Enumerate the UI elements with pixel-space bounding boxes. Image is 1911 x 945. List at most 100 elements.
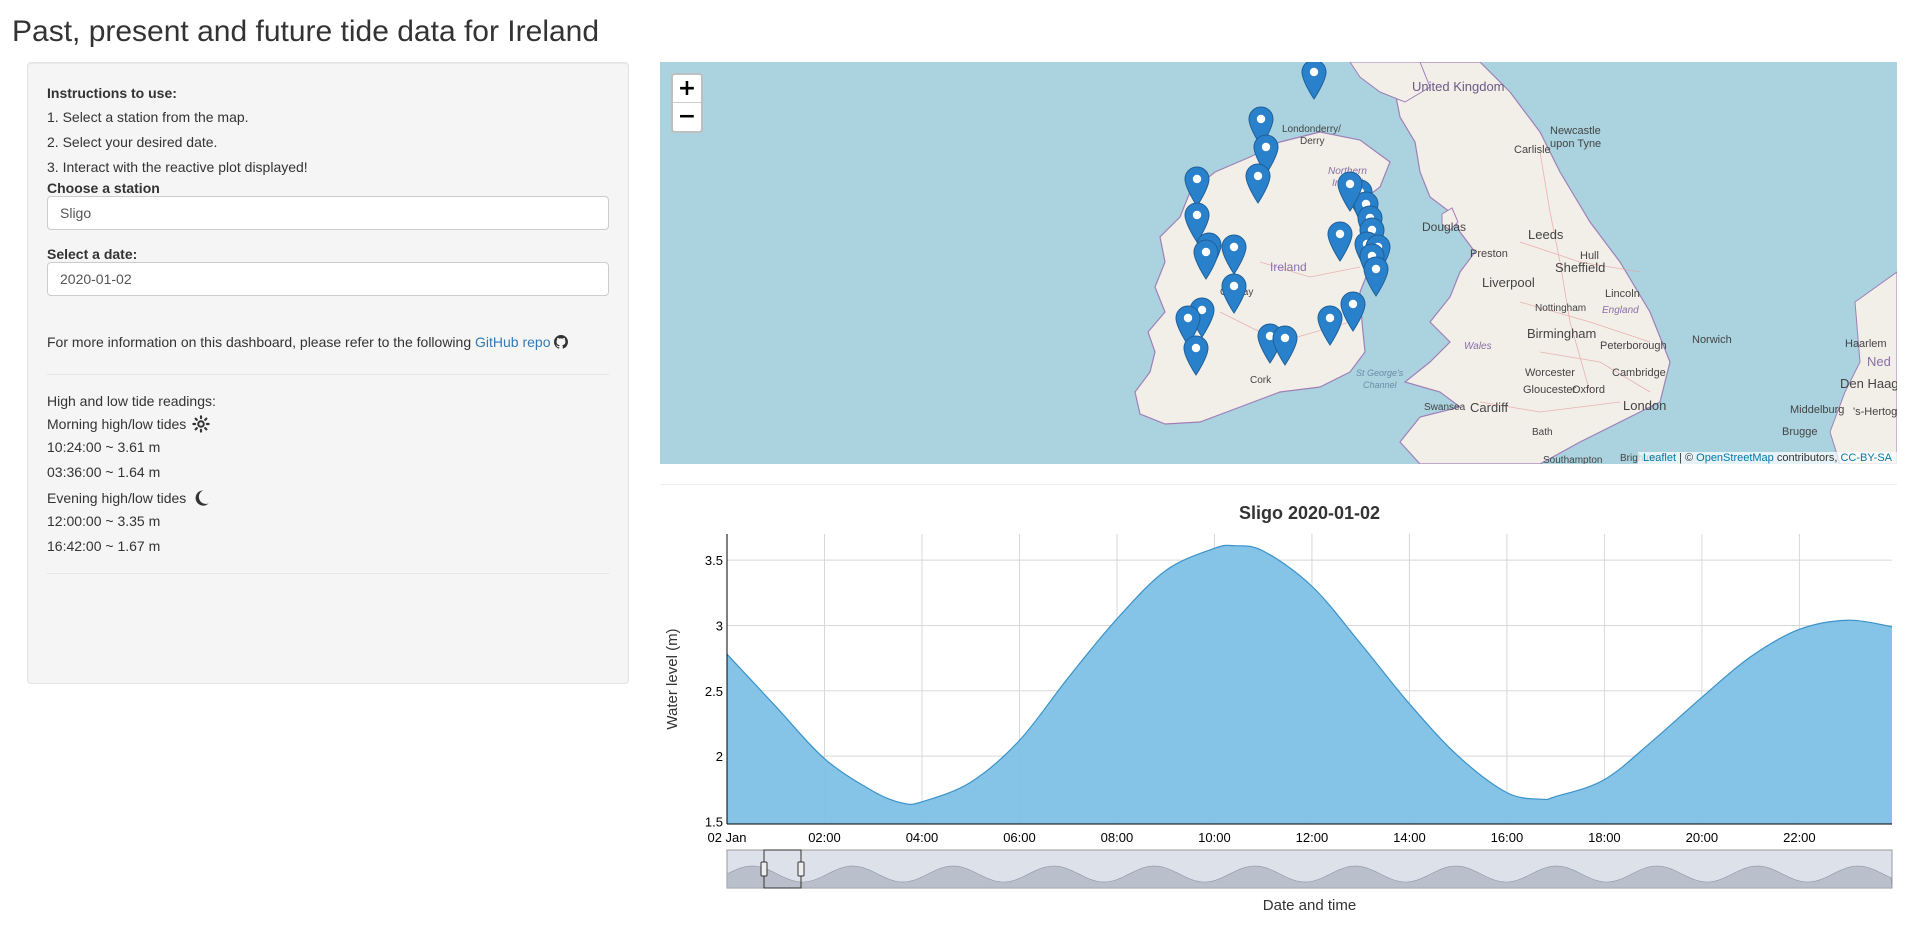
x-tick-label: 10:00: [1198, 830, 1231, 845]
map-label: Cambridge: [1612, 367, 1666, 379]
instruction-step-1: 1. Select a station from the map.: [47, 109, 249, 125]
map-label: Den Haag: [1840, 376, 1897, 391]
map-label: Haarlem: [1845, 338, 1887, 350]
map-label: Gloucester: [1523, 384, 1577, 396]
station-select[interactable]: Sligo: [47, 196, 609, 230]
evening-tide-2: 16:42:00 ~ 1.67 m: [47, 538, 161, 554]
map-label: Middelburg: [1790, 404, 1845, 416]
x-tick-label: 16:00: [1491, 830, 1524, 845]
map-label: Derry: [1300, 136, 1325, 147]
map-pin-icon[interactable]: [1221, 234, 1247, 275]
map-label: England: [1602, 305, 1639, 316]
x-tick-label: 18:00: [1588, 830, 1621, 845]
tides-heading: High and low tide readings:: [47, 393, 216, 409]
y-axis-label: Water level (m): [664, 628, 681, 729]
range-selection: [763, 849, 802, 889]
map-pin-icon[interactable]: [1340, 291, 1366, 332]
map-label: Peterborough: [1600, 340, 1667, 352]
map-label: 's-Hertoge: [1853, 406, 1897, 418]
sidebar-panel: Instructions to use: 1. Select a station…: [27, 62, 629, 684]
range-handle-left: [760, 861, 768, 877]
map-label: Channel: [1363, 380, 1397, 390]
y-tick-label: 3: [716, 618, 723, 633]
info-paragraph: For more information on this dashboard, …: [47, 332, 609, 354]
x-tick-label: 14:00: [1393, 830, 1426, 845]
x-tick-label: 02 Jan: [707, 830, 746, 845]
morning-tide-1: 10:24:00 ~ 3.61 m: [47, 439, 161, 455]
map-label: Brugge: [1782, 426, 1818, 438]
instructions-title: Instructions to use:: [47, 85, 177, 101]
map-label: London: [1623, 398, 1667, 413]
map-label: Ned: [1867, 354, 1891, 369]
y-tick-label: 3.5: [705, 553, 723, 568]
map-label: Ireland: [1270, 260, 1307, 274]
sun-icon: [192, 415, 211, 433]
map-pin-icon[interactable]: [1193, 239, 1219, 280]
range-handle-right: [797, 861, 805, 877]
x-tick-label: 02:00: [808, 830, 841, 845]
map-pin-icon[interactable]: [1184, 166, 1210, 207]
evening-tide-1: 12:00:00 ~ 3.35 m: [47, 513, 161, 529]
chart-title: Sligo 2020-01-02: [1239, 503, 1380, 523]
instruction-step-2: 2. Select your desired date.: [47, 134, 218, 150]
x-axis-label: Date and time: [1263, 897, 1356, 914]
map-attribution: Leaflet | © OpenStreetMap contributors, …: [1637, 452, 1897, 464]
map-pin-icon[interactable]: [1245, 163, 1271, 204]
map-label: Worcester: [1525, 367, 1575, 379]
divider: [47, 573, 609, 574]
map-label: Southampton: [1543, 455, 1603, 464]
leaflet-link[interactable]: Leaflet: [1643, 452, 1676, 464]
zoom-out-button[interactable]: −: [673, 103, 701, 131]
morning-label: Morning high/low tides: [47, 416, 187, 432]
map-label: United Kingdom: [1412, 79, 1505, 94]
station-map[interactable]: + − United Kingdom Londonderry/ Derry No…: [660, 62, 1897, 464]
map-pin-icon[interactable]: [1221, 273, 1247, 314]
x-tick-label: 20:00: [1686, 830, 1719, 845]
zoom-in-button[interactable]: +: [673, 75, 701, 103]
instruction-step-3: 3. Interact with the reactive plot displ…: [47, 159, 308, 175]
map-label: upon Tyne: [1550, 138, 1602, 150]
map-pin-icon[interactable]: [1337, 171, 1363, 212]
morning-tide-2: 03:36:00 ~ 1.64 m: [47, 464, 161, 480]
map-label: Norwich: [1692, 334, 1732, 346]
license-link[interactable]: CC-BY-SA: [1840, 452, 1892, 464]
map-label: Liverpool: [1482, 275, 1535, 290]
map-pin-icon[interactable]: [1272, 325, 1298, 366]
osm-link[interactable]: OpenStreetMap: [1696, 452, 1774, 464]
map-pin-icon[interactable]: [1301, 62, 1327, 100]
moon-icon: [192, 489, 210, 507]
y-tick-label: 1.5: [705, 814, 723, 829]
info-text: For more information on this dashboard, …: [47, 334, 472, 350]
evening-label: Evening high/low tides: [47, 490, 187, 506]
x-tick-label: 12:00: [1296, 830, 1329, 845]
morning-heading: Morning high/low tides: [47, 415, 609, 433]
x-tick-label: 04:00: [906, 830, 939, 845]
map-pin-icon[interactable]: [1183, 335, 1209, 376]
map-label: Leeds: [1528, 227, 1564, 242]
map-label: Cork: [1250, 375, 1272, 386]
map-label: Birmingham: [1527, 326, 1597, 341]
tide-chart[interactable]: Sligo 2020-01-02 1.5 2 2.5 3 3.5 02 Jan 02:00 04…: [660, 500, 1897, 920]
station-label: Choose a station: [47, 180, 160, 196]
map-label: Newcastle: [1550, 125, 1601, 137]
y-tick-label: 2.5: [705, 684, 723, 699]
map-pin-icon[interactable]: [1327, 221, 1353, 262]
map-label: Sheffield: [1555, 260, 1606, 275]
github-repo-link[interactable]: GitHub repo: [475, 334, 550, 350]
tide-chart-svg: Sligo 2020-01-02 1.5 2 2.5 3 3.5 02 Jan 02:00 04…: [664, 503, 1893, 914]
map-label: Oxford: [1572, 384, 1606, 396]
map-label: Carlisle: [1514, 144, 1551, 156]
x-tick-label: 22:00: [1783, 830, 1816, 845]
map-label: Cardiff: [1470, 400, 1509, 415]
map-pin-icon[interactable]: [1363, 256, 1389, 297]
map-label: Swansea: [1424, 402, 1466, 413]
map-label: St George's: [1356, 368, 1404, 378]
map-label: Douglas: [1422, 220, 1467, 234]
date-input[interactable]: 2020-01-02: [47, 262, 609, 296]
y-tick-label: 2: [716, 749, 723, 764]
map-label: Lincoln: [1605, 288, 1640, 300]
map-label: Nottingham: [1535, 303, 1587, 314]
page-title: Past, present and future tide data for I…: [12, 15, 600, 48]
divider: [47, 374, 609, 375]
zoom-control: + −: [671, 73, 703, 133]
